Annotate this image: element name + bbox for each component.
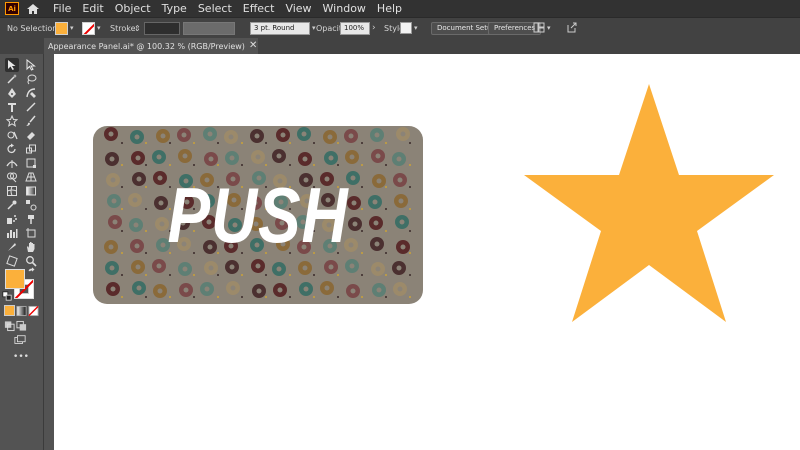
menu-window[interactable]: Window [323,2,366,15]
menu-type[interactable]: Type [162,2,187,15]
draw-normal-icon[interactable] [4,320,15,331]
home-icon[interactable] [25,2,41,16]
menu-view[interactable]: View [285,2,311,15]
toolbar-fill-swatch[interactable] [5,269,25,289]
slice-icon[interactable] [5,240,19,254]
menu-file[interactable]: File [53,2,71,15]
opacity-field[interactable]: 100% [340,21,370,35]
chevron-down-icon[interactable]: ▾ [547,24,551,32]
none-mode-icon[interactable] [28,305,39,316]
scale-icon[interactable] [24,142,38,156]
free-transform-icon[interactable] [24,156,38,170]
type-tool-icon[interactable] [5,100,19,114]
chevron-down-icon[interactable]: ▾ [312,24,316,32]
magic-wand-icon[interactable] [5,72,19,86]
symbol-sprayer-icon[interactable] [5,212,19,226]
selection-tool-icon[interactable] [5,58,19,72]
star-tool-icon[interactable] [5,114,19,128]
document-tab-bar: Appearance Panel.ai* @ 100.32 % (RGB/Pre… [44,38,800,54]
perspective-grid-icon[interactable] [24,170,38,184]
blend-icon[interactable] [24,198,38,212]
line-segment-icon[interactable] [24,100,38,114]
column-graph-icon[interactable] [5,226,19,240]
variable-width-profile[interactable] [183,21,235,35]
rotate-icon[interactable] [5,142,19,156]
menu-edit[interactable]: Edit [82,2,103,15]
graphic-style-swatch[interactable] [400,22,412,34]
toolbar-header [0,38,44,54]
rotate-view-icon[interactable] [5,254,19,268]
star-shape[interactable] [524,84,774,322]
selection-label: No Selection [7,23,58,33]
curvature-icon[interactable] [24,86,38,100]
screen-mode-icon[interactable] [12,334,28,346]
push-button-artwork[interactable]: PUSH [93,126,423,304]
close-icon[interactable]: ✕ [249,40,257,51]
edit-toolbar-icon[interactable]: ••• [13,352,29,362]
menu-help[interactable]: Help [377,2,402,15]
shape-builder-icon[interactable] [5,170,19,184]
stroke-weight-field[interactable] [143,21,180,35]
direct-selection-tool-icon[interactable] [24,58,38,72]
eraser-icon[interactable] [24,128,38,142]
gradient-icon[interactable] [24,184,38,198]
push-text: PUSH [167,170,349,259]
draw-behind-icon[interactable] [16,320,27,331]
stroke-swatch[interactable] [82,21,95,35]
opacity-value: 100% [344,24,365,32]
hand-icon[interactable] [24,240,38,254]
width-tool-icon[interactable] [5,156,19,170]
document-tab-title: Appearance Panel.ai* @ 100.32 % (RGB/Pre… [48,41,245,51]
control-bar: No Selection ▾ ▾ Stroke: ⇕ 3 pt. Round ▾ … [0,17,800,39]
chevron-down-icon[interactable]: ▾ [97,24,101,32]
live-paint-icon[interactable] [24,212,38,226]
lasso-icon[interactable] [24,72,38,86]
default-fill-stroke-icon[interactable] [2,291,12,301]
chevron-down-icon[interactable]: ▾ [70,24,74,32]
document-tab[interactable]: Appearance Panel.ai* @ 100.32 % (RGB/Pre… [44,38,258,54]
preferences-label: Preferences [494,24,536,32]
arrange-documents-icon[interactable] [533,22,545,35]
stroke-stepper-icon[interactable]: ⇕ [134,24,141,33]
app-logo: Ai [5,2,19,15]
brush-definition-value: 3 pt. Round [254,24,295,32]
paintbrush-icon[interactable] [24,114,38,128]
menu-select[interactable]: Select [198,2,232,15]
gradient-mode-icon[interactable] [16,305,27,316]
swap-fill-stroke-icon[interactable] [27,267,37,277]
menu-bar: Ai File Edit Object Type Select Effect V… [0,0,800,17]
menu-effect[interactable]: Effect [243,2,275,15]
eyedropper-icon[interactable] [5,198,19,212]
fill-swatch[interactable] [55,21,68,35]
chevron-right-icon[interactable]: › [372,23,376,33]
brush-definition-field[interactable]: 3 pt. Round [250,21,310,35]
pen-icon[interactable] [5,86,19,100]
artboard-icon[interactable] [24,226,38,240]
menu-object[interactable]: Object [115,2,151,15]
mesh-icon[interactable] [5,184,19,198]
color-mode-icon[interactable] [4,305,15,316]
share-icon[interactable] [566,22,577,35]
chevron-down-icon[interactable]: ▾ [414,24,418,32]
shaper-tool-icon[interactable] [5,128,19,142]
